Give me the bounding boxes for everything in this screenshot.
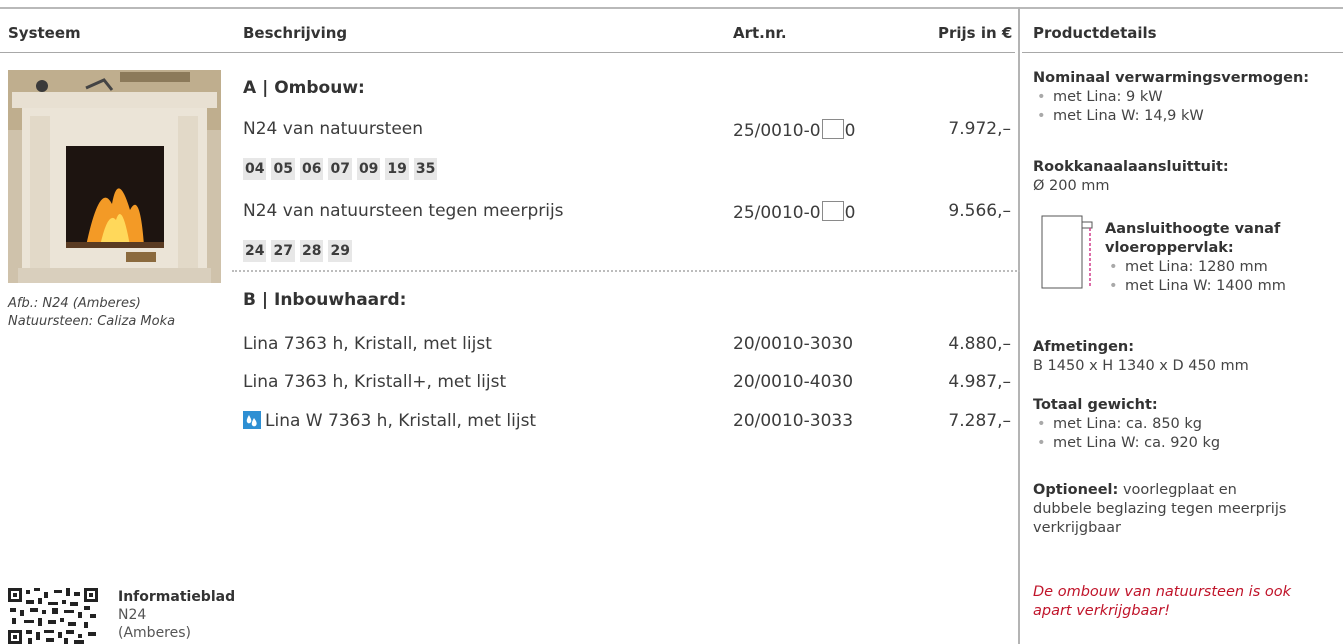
info-line-1: N24 [118, 607, 147, 623]
note-line-1: De ombouw van natuursteen is ook [1033, 584, 1292, 600]
row-description: Lina 7363 h, Kristall+, met lijst [243, 372, 507, 392]
row-description: Lina 7363 h, Kristall, met lijst [243, 334, 492, 354]
detail-value: Ø 200 mm [1033, 178, 1110, 194]
row-description: N24 van natuursteen tegen meerprijs [243, 201, 564, 221]
detail-optioneel: Optioneel: voorlegplaat en dubbele begla… [1033, 481, 1286, 538]
header-beschrijving: Beschrijving [243, 24, 348, 42]
stone-code-tag: 04 [243, 158, 267, 180]
header-divider-right [1022, 52, 1343, 53]
row-price: 4.987,– [948, 372, 1011, 392]
row-description-text: Lina W 7363 h, Kristall, met lijst [265, 411, 537, 431]
informatieblad: Informatieblad N24 (Amberes) [118, 588, 235, 642]
photo-caption: Afb.: N24 (Amberes) Natuursteen: Caliza … [8, 295, 175, 331]
row-price: 4.880,– [948, 334, 1011, 354]
artnr-prefix: 25/0010-0 [733, 203, 821, 223]
detail-aansluithoogte: Aansluithoogte vanaf vloeroppervlak: met… [1105, 220, 1286, 296]
detail-label: Aansluithoogte vanaf [1105, 221, 1281, 237]
detail-note: De ombouw van natuursteen is ook apart v… [1033, 583, 1291, 621]
header-systeem: Systeem [8, 24, 81, 42]
stone-codes-1: 04 05 06 07 09 19 35 [243, 158, 438, 180]
stone-code-tag: 29 [328, 240, 352, 262]
artnr-suffix: 0 [844, 121, 856, 141]
table-row: Lina W 7363 h, Kristall, met lijst 20/00… [0, 411, 1015, 435]
detail-value: voorlegplaat en [1118, 482, 1237, 498]
info-line-2: (Amberes) [118, 625, 191, 641]
artnr-code-box[interactable] [821, 119, 844, 139]
table-row: N24 van natuursteen 25/0010-0 0 7.972,– [0, 119, 1015, 143]
detail-label: Afmetingen: [1033, 339, 1135, 355]
header-divider [0, 52, 1015, 53]
detail-item: met Lina W: 14,9 kW [1033, 107, 1309, 126]
detail-label: Optioneel: [1033, 482, 1119, 498]
detail-value: verkrijgbaar [1033, 520, 1122, 536]
row-price: 9.566,– [948, 201, 1011, 221]
table-row: Lina 7363 h, Kristall+, met lijst 20/001… [0, 372, 1015, 396]
stone-code-tag: 05 [271, 158, 295, 180]
row-artnr: 25/0010-0 0 [733, 201, 855, 223]
row-artnr: 25/0010-0 0 [733, 119, 855, 141]
detail-afmetingen: Afmetingen: B 1450 x H 1340 x D 450 mm [1033, 338, 1249, 376]
row-artnr: 20/0010-3033 [733, 411, 854, 431]
stone-code-tag: 19 [385, 158, 409, 180]
fireplace-photo [8, 70, 221, 283]
artnr-suffix: 0 [844, 203, 856, 223]
row-price: 7.287,– [948, 411, 1011, 431]
detail-gewicht: Totaal gewicht: met Lina: ca. 850 kg met… [1033, 396, 1220, 453]
stone-code-tag: 09 [356, 158, 381, 180]
water-drops-icon [243, 411, 261, 429]
note-line-2: apart verkrijgbaar! [1033, 603, 1171, 619]
detail-label: vloeroppervlak: [1105, 240, 1234, 256]
detail-rookkanaal: Rookkanaalaansluittuit: Ø 200 mm [1033, 158, 1229, 196]
qr-code[interactable] [8, 588, 98, 644]
detail-nominaal: Nominaal verwarmingsvermogen: met Lina: … [1033, 69, 1309, 126]
row-price: 7.972,– [948, 119, 1011, 139]
section-b-title: B | Inbouwhaard: [243, 290, 407, 310]
artnr-code-box[interactable] [821, 201, 844, 221]
header-prijs: Prijs in € [938, 24, 1013, 42]
row-description: Lina W 7363 h, Kristall, met lijst [243, 411, 536, 431]
column-separator [1018, 7, 1020, 644]
detail-item: met Lina: 9 kW [1033, 88, 1309, 107]
top-rule [0, 7, 1343, 9]
header-artnr: Art.nr. [733, 24, 787, 42]
header-productdetails: Productdetails [1033, 24, 1157, 42]
section-a-title: A | Ombouw: [243, 78, 365, 98]
detail-item: met Lina W: 1400 mm [1105, 277, 1286, 296]
stone-code-tag: 06 [299, 158, 324, 180]
row-artnr: 20/0010-4030 [733, 372, 854, 392]
caption-line-2: Natuursteen: Caliza Moka [8, 314, 176, 329]
stone-code-tag: 07 [328, 158, 352, 180]
stone-code-tag: 27 [271, 240, 295, 262]
detail-item: met Lina: 1280 mm [1105, 258, 1286, 277]
stone-code-tag: 35 [413, 158, 438, 180]
detail-label: Rookkanaalaansluittuit: [1033, 159, 1229, 175]
detail-item: met Lina: ca. 850 kg [1033, 415, 1220, 434]
dotted-divider [232, 270, 1020, 272]
detail-label: Totaal gewicht: [1033, 397, 1158, 413]
stone-codes-2: 24 27 28 29 [243, 240, 352, 262]
detail-value: B 1450 x H 1340 x D 450 mm [1033, 358, 1249, 374]
table-row: Lina 7363 h, Kristall, met lijst 20/0010… [0, 334, 1015, 358]
detail-item: met Lina W: ca. 920 kg [1033, 434, 1220, 453]
stone-code-tag: 24 [243, 240, 267, 262]
detail-value: dubbele beglazing tegen meerprijs [1033, 501, 1287, 517]
row-artnr: 20/0010-3030 [733, 334, 854, 354]
table-row: N24 van natuursteen tegen meerprijs 25/0… [0, 201, 1015, 225]
info-title: Informatieblad [118, 589, 236, 605]
caption-line-1: Afb.: N24 (Amberes) [8, 296, 141, 311]
connection-height-diagram [1038, 214, 1096, 290]
detail-label: Nominaal verwarmingsvermogen: [1033, 70, 1310, 86]
stone-code-tag: 28 [299, 240, 324, 262]
artnr-prefix: 25/0010-0 [733, 121, 821, 141]
row-description: N24 van natuursteen [243, 119, 424, 139]
